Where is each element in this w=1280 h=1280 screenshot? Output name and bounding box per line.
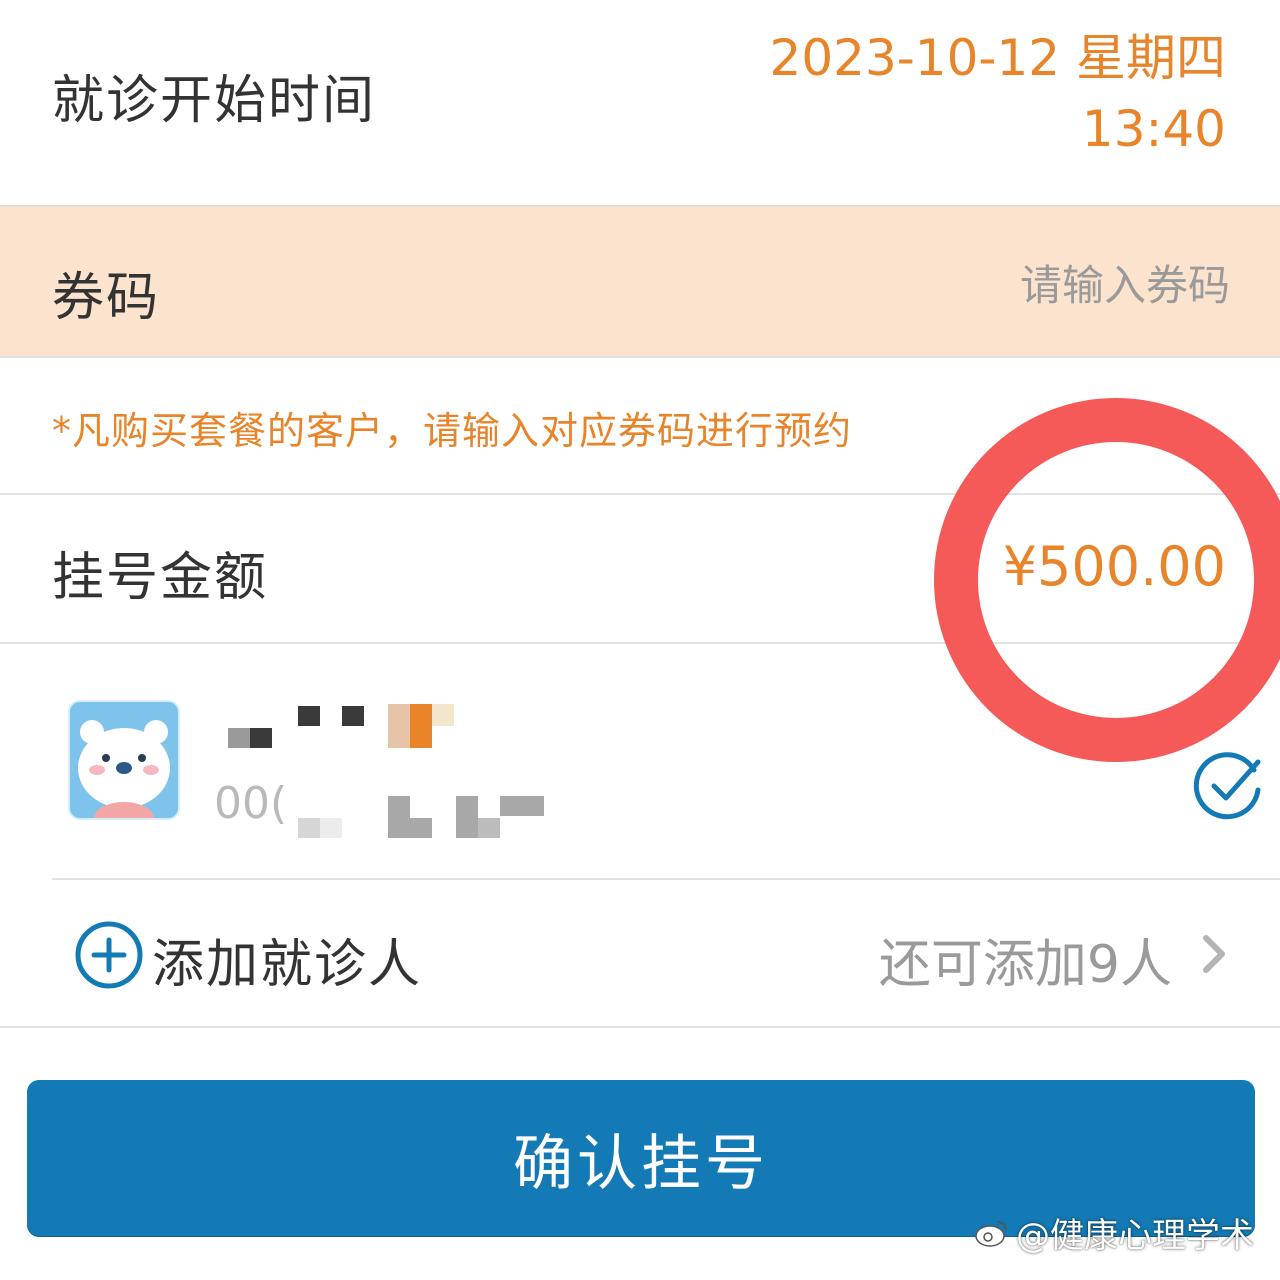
redacted-id-block: [388, 796, 410, 838]
coupon-label: 券码: [52, 268, 161, 328]
redacted-id-block: [298, 818, 320, 838]
redacted-id-block: [478, 818, 500, 838]
visit-time-row: 就诊开始时间 2023-10-12 星期四 13:40: [0, 0, 1280, 205]
visit-date: 2023-10-12 星期四: [769, 29, 1226, 87]
redacted-name-block: [388, 704, 410, 748]
watermark-text: @健康心理学术: [1016, 1216, 1254, 1256]
divider: [0, 1026, 1280, 1028]
weibo-logo-icon: [975, 1220, 1007, 1247]
redacted-id-block: [320, 818, 342, 838]
redacted-name-block: [228, 728, 250, 748]
fee-label: 挂号金额: [52, 548, 269, 608]
add-patient-label[interactable]: 添加就诊人: [152, 922, 422, 997]
redacted-name-block: [298, 706, 320, 726]
redacted-name-block: [250, 728, 272, 748]
visit-time-label: 就诊开始时间: [52, 71, 377, 131]
plus-circle-icon[interactable]: [74, 920, 144, 990]
redacted-name-block: [432, 704, 454, 726]
polar-bear-avatar-icon: [70, 702, 178, 818]
watermark: @健康心理学术: [974, 1208, 1254, 1257]
redacted-id-block: [500, 796, 544, 816]
patient-id: 00(: [214, 778, 288, 829]
redacted-name-block: [410, 704, 432, 748]
redacted-name-block: [342, 706, 364, 726]
chevron-right-icon[interactable]: [1198, 930, 1232, 978]
redacted-id-block: [410, 818, 432, 838]
add-patient-remaining: 还可添加9人: [878, 935, 1172, 995]
visit-clock: 13:40: [1081, 100, 1226, 158]
coupon-input[interactable]: [810, 253, 1230, 317]
patient-row[interactable]: [0, 645, 1280, 880]
coupon-row[interactable]: 券码: [0, 205, 1280, 358]
redacted-id-block: [456, 796, 478, 838]
coupon-note: *凡购买套餐的客户，请输入对应券码进行预约: [52, 409, 853, 453]
check-circle-icon[interactable]: [1192, 748, 1266, 822]
